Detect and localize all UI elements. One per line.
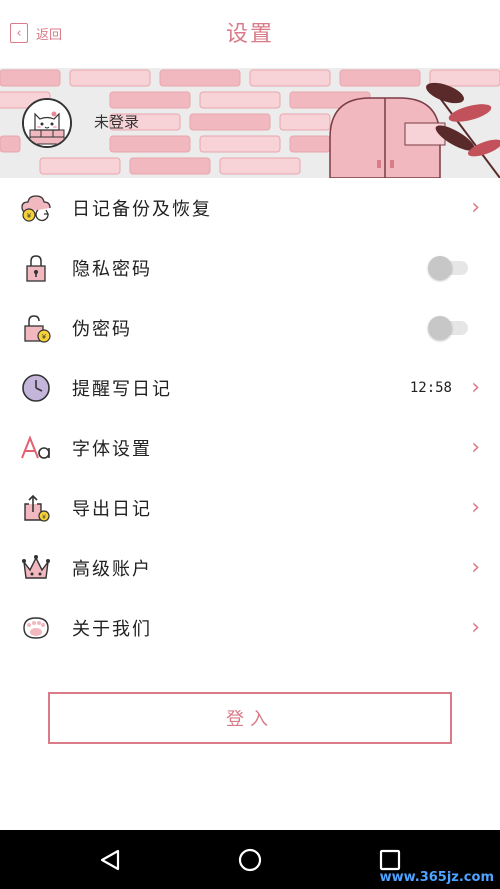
settings-row-label: 关于我们 (72, 619, 152, 640)
svg-text:¥: ¥ (42, 333, 47, 341)
top-bar: ‹ 返回 设置 (0, 0, 500, 68)
settings-row-label: 导出日记 (72, 499, 152, 520)
privacy-password-toggle[interactable] (428, 256, 468, 280)
settings-row-label: 伪密码 (72, 319, 132, 340)
font-icon (20, 432, 52, 464)
chevron-right-icon: › (471, 555, 480, 580)
reminder-time: 12:58 (409, 380, 452, 396)
clock-icon (20, 372, 52, 404)
settings-row-font[interactable]: 字体设置 › (0, 418, 500, 478)
settings-row-premium[interactable]: 高级账户 › (0, 538, 500, 598)
settings-row-label: 日记备份及恢复 (72, 199, 212, 220)
paw-icon (20, 612, 52, 644)
chevron-right-icon: › (471, 195, 480, 220)
system-nav-bar: www.365jz.com (0, 830, 500, 889)
chevron-right-icon: › (471, 435, 480, 460)
settings-row-label: 高级账户 (72, 559, 152, 580)
cloud-backup-icon: ¥ (20, 192, 52, 224)
login-status[interactable]: 未登录 (94, 111, 139, 132)
home-circle-icon[interactable] (234, 844, 266, 876)
watermark: www.365jz.com (379, 870, 494, 885)
page-title: 设置 (225, 22, 274, 47)
crown-icon (20, 552, 52, 584)
settings-row-reminder[interactable]: 提醒写日记 12:58 › (0, 358, 500, 418)
settings-row-fake-password[interactable]: ¥ 伪密码 (0, 298, 500, 358)
brick-wall-background (0, 68, 500, 178)
fake-password-toggle[interactable] (428, 316, 468, 340)
avatar[interactable] (22, 98, 72, 148)
chevron-right-icon: › (471, 495, 480, 520)
settings-row-about[interactable]: 关于我们 › (0, 598, 500, 658)
settings-row-privacy-password[interactable]: 隐私密码 (0, 238, 500, 298)
svg-text:¥: ¥ (42, 514, 46, 521)
settings-row-export[interactable]: ¥ 导出日记 › (0, 478, 500, 538)
settings-row-backup[interactable]: ¥ 日记备份及恢复 › (0, 178, 500, 238)
login-button[interactable]: 登入 (48, 692, 452, 744)
chevron-right-icon: › (471, 615, 480, 640)
settings-row-label: 字体设置 (72, 439, 152, 460)
chevron-right-icon: › (471, 375, 480, 400)
door-illustration (329, 97, 446, 178)
profile-banner: 未登录 (0, 68, 500, 178)
fake-lock-icon: ¥ (20, 312, 52, 344)
svg-text:¥: ¥ (27, 212, 32, 220)
back-triangle-icon[interactable] (94, 844, 126, 876)
lock-icon (20, 252, 52, 284)
settings-row-label: 隐私密码 (72, 259, 152, 280)
settings-row-label: 提醒写日记 (72, 379, 172, 400)
export-icon: ¥ (20, 492, 52, 524)
